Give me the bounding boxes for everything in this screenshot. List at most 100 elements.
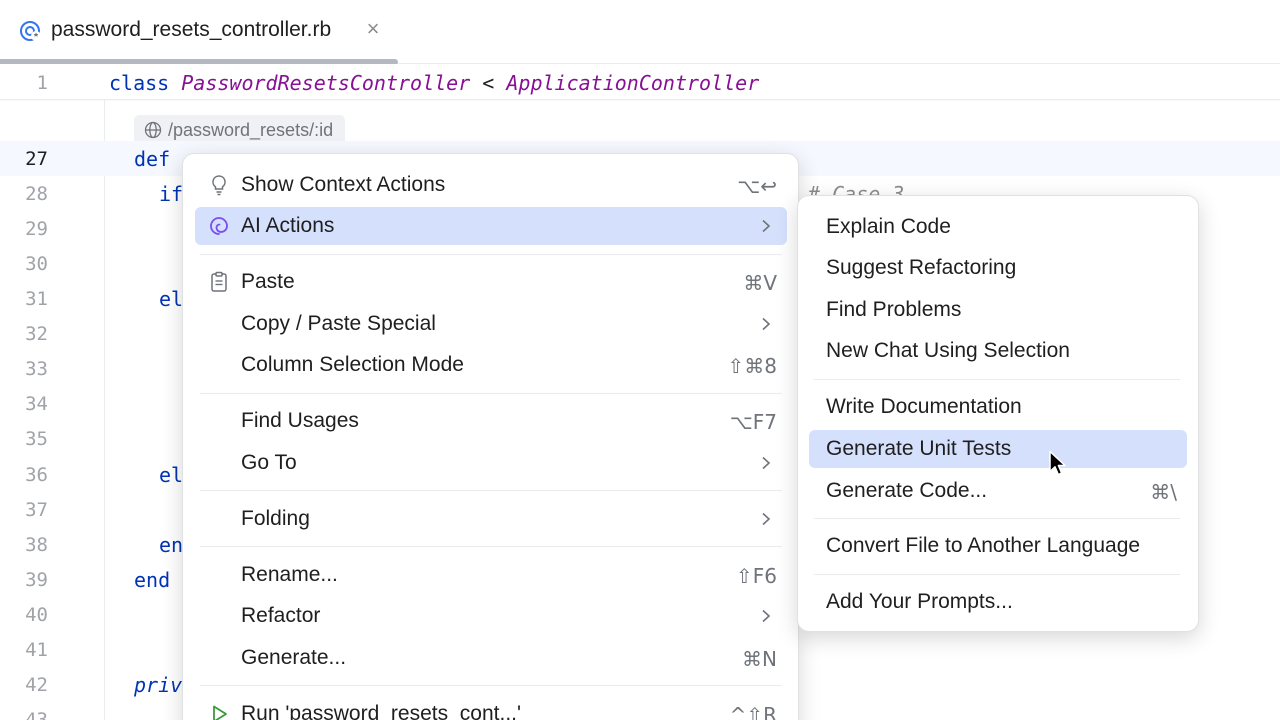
menu-item-label: Folding [241, 507, 310, 530]
globe-icon [144, 121, 162, 139]
menu-item-refactor[interactable]: Refactor [195, 597, 787, 635]
menu-item-write-documentation[interactable]: Write Documentation [809, 388, 1187, 426]
line-number: 32 [25, 323, 48, 345]
menu-item-column-selection-mode[interactable]: Column Selection Mode ⇧⌘8 [195, 346, 787, 384]
menu-item-generate[interactable]: Generate... ⌘N [195, 639, 787, 677]
line-number: 28 [25, 183, 48, 205]
menu-item-suggest-refactoring[interactable]: Suggest Refactoring [809, 249, 1187, 287]
menu-item-label: Generate Code... [826, 479, 988, 502]
inherit-operator: < [470, 71, 507, 95]
code-text: def [134, 147, 171, 171]
editor-context-menu: Show Context Actions ⌥↩ AI Actions Paste… [182, 153, 799, 720]
menu-item-label: Find Usages [241, 409, 359, 432]
line-number: 41 [25, 639, 48, 661]
run-icon [213, 705, 227, 720]
class-name: PasswordResetsController [181, 71, 471, 95]
ruby-controller-icon [20, 21, 41, 41]
menu-item-explain-code[interactable]: Explain Code [809, 208, 1187, 246]
menu-separator [814, 379, 1180, 380]
menu-item-label: Copy / Paste Special [241, 312, 436, 335]
menu-item-label: Rename... [241, 563, 338, 586]
menu-separator [200, 685, 782, 686]
ai-actions-submenu: Explain Code Suggest Refactoring Find Pr… [797, 195, 1199, 632]
menu-item-paste[interactable]: Paste ⌘V [195, 263, 787, 301]
menu-item-show-context-actions[interactable]: Show Context Actions ⌥↩ [195, 166, 787, 204]
code-text: priv [134, 673, 183, 697]
chevron-right-icon [762, 609, 771, 623]
menu-item-label: Refactor [241, 604, 321, 627]
menu-item-shortcut: ^⇧R [729, 703, 777, 720]
menu-item-label: Generate... [241, 646, 347, 669]
line-number: 1 [36, 72, 48, 94]
menu-item-shortcut: ⇧F6 [736, 564, 777, 588]
menu-item-label: Go To [241, 451, 297, 474]
line-number: 35 [25, 428, 48, 450]
chevron-right-icon [762, 512, 771, 526]
line-number: 42 [25, 674, 48, 696]
chevron-right-icon [762, 456, 771, 470]
menu-item-label: Convert File to Another Language [826, 534, 1141, 557]
line-number: 34 [25, 393, 48, 415]
line-number: 31 [25, 288, 48, 310]
menu-separator [200, 254, 782, 255]
menu-separator [200, 490, 782, 491]
menu-item-ai-actions[interactable]: AI Actions [195, 207, 787, 245]
menu-item-shortcut: ⇧⌘8 [727, 354, 777, 378]
line-number: 43 [25, 709, 48, 720]
parent-class-name: ApplicationController [506, 71, 760, 95]
line-number: 33 [25, 358, 48, 380]
line-number: 30 [25, 253, 48, 275]
menu-item-generate-code[interactable]: Generate Code... ⌘\ [809, 472, 1187, 510]
menu-item-rename[interactable]: Rename... ⇧F6 [195, 556, 787, 594]
menu-item-copy-paste-special[interactable]: Copy / Paste Special [195, 305, 787, 343]
menu-item-add-your-prompts[interactable]: Add Your Prompts... [809, 583, 1187, 621]
menu-item-shortcut: ⌥F7 [729, 410, 777, 434]
code-text: end [134, 568, 171, 592]
chevron-right-icon [762, 317, 771, 331]
menu-separator [814, 574, 1180, 575]
menu-item-label: Paste [241, 270, 295, 293]
code-text: if [159, 182, 184, 206]
menu-item-go-to[interactable]: Go To [195, 444, 787, 482]
menu-item-find-usages[interactable]: Find Usages ⌥F7 [195, 402, 787, 440]
menu-item-label: Find Problems [826, 298, 962, 321]
sticky-code: class PasswordResetsController < Applica… [109, 71, 759, 95]
menu-item-shortcut: ⌘\ [1150, 480, 1177, 504]
editor-tab-bar: password_resets_controller.rb × [0, 0, 1280, 65]
menu-item-label: Show Context Actions [241, 173, 446, 196]
code-text: el [159, 463, 184, 487]
menu-item-convert-file[interactable]: Convert File to Another Language [809, 527, 1187, 565]
code-text: el [159, 287, 184, 311]
mouse-pointer-icon [1049, 450, 1066, 476]
menu-separator [814, 518, 1180, 519]
menu-item-run[interactable]: Run 'password_resets_cont...' ^⇧R [195, 695, 787, 720]
ai-spiral-icon [210, 217, 228, 235]
line-number: 40 [25, 604, 48, 626]
line-number: 38 [25, 534, 48, 556]
menu-item-label: Generate Unit Tests [826, 437, 1012, 460]
menu-item-label: Explain Code [826, 215, 951, 238]
class-keyword: class [109, 71, 170, 95]
menu-item-label: Run 'password_resets_cont...' [241, 702, 521, 720]
close-icon[interactable]: × [362, 16, 384, 42]
file-tab[interactable]: password_resets_controller.rb × [0, 0, 398, 65]
menu-item-folding[interactable]: Folding [195, 500, 787, 538]
menu-item-shortcut: ⌘N [742, 647, 777, 671]
chevron-right-icon [762, 219, 771, 233]
lightbulb-icon [212, 175, 226, 196]
clipboard-icon [211, 271, 227, 292]
sticky-header-line: 1 class PasswordResetsController < Appli… [0, 64, 1280, 100]
menu-item-shortcut: ⌥↩ [737, 174, 777, 198]
route-path: /password_resets/:id [168, 119, 334, 140]
tab-title: password_resets_controller.rb [51, 18, 332, 41]
menu-item-label: Add Your Prompts... [826, 590, 1013, 613]
menu-item-new-chat-using-selection[interactable]: New Chat Using Selection [809, 332, 1187, 370]
line-number: 39 [25, 569, 48, 591]
menu-item-generate-unit-tests[interactable]: Generate Unit Tests [809, 430, 1187, 468]
menu-item-find-problems[interactable]: Find Problems [809, 291, 1187, 329]
menu-item-label: Write Documentation [826, 395, 1022, 418]
menu-item-shortcut: ⌘V [743, 271, 777, 295]
menu-item-label: AI Actions [241, 214, 335, 237]
line-number: 36 [25, 464, 48, 486]
menu-separator [200, 393, 782, 394]
